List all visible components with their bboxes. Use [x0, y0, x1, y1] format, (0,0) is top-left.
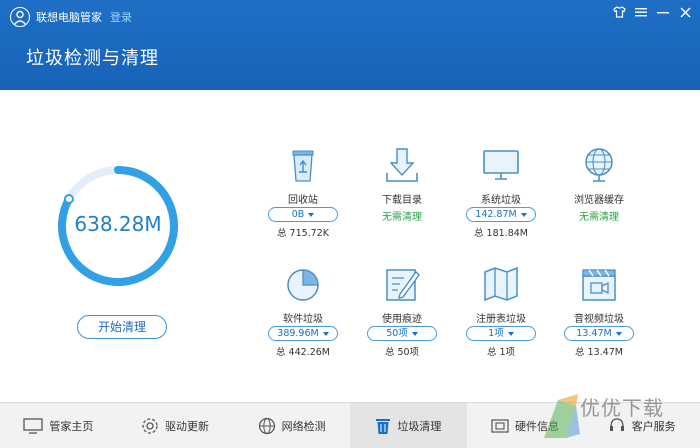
dropdown-arrow-icon	[520, 212, 527, 217]
dropdown-arrow-icon	[507, 331, 514, 336]
category-size-dropdown[interactable]: 142.87M	[466, 207, 536, 222]
tab-driver-update[interactable]: 驱动更新	[117, 403, 234, 448]
category-software-junk[interactable]: 软件垃圾 389.96M 总 442.26M	[253, 264, 353, 358]
total-junk-size: 638.28M	[74, 212, 162, 236]
tab-home[interactable]: 管家主页	[0, 403, 117, 448]
clapboard-icon	[582, 269, 616, 301]
size-value: 142.87M	[475, 209, 517, 220]
brand: 联想电脑管家 登录	[10, 7, 132, 27]
category-total: 总 1项	[486, 347, 516, 358]
category-total: 总 181.84M	[474, 228, 528, 239]
app-name: 联想电脑管家	[36, 11, 102, 24]
login-link[interactable]: 登录	[110, 9, 132, 25]
category-label: 软件垃圾	[283, 314, 323, 325]
tab-label: 硬件信息	[515, 420, 560, 433]
start-clean-button[interactable]: 开始清理	[77, 315, 167, 339]
category-label: 系统垃圾	[481, 195, 521, 206]
tab-label: 管家主页	[49, 420, 94, 433]
size-value: 50项	[386, 328, 408, 339]
tab-network-check[interactable]: 网络检测	[233, 403, 350, 448]
category-size-dropdown[interactable]: 13.47M	[564, 326, 634, 341]
category-registry-junk[interactable]: 注册表垃圾 1项 总 1项	[451, 264, 551, 358]
category-recycle-bin[interactable]: 回收站 0B 总 715.72K	[253, 145, 353, 239]
trash-icon	[376, 419, 391, 434]
monitor-icon	[483, 150, 519, 180]
tab-hardware-info[interactable]: 硬件信息	[467, 403, 584, 448]
map-icon	[484, 266, 518, 302]
recycle-bin-icon	[292, 150, 314, 182]
gear-icon	[142, 418, 158, 434]
tab-label: 驱动更新	[165, 420, 209, 433]
category-browser-cache[interactable]: 浏览器缓存 无需清理	[549, 145, 649, 223]
category-usage-traces[interactable]: 使用痕迹 50项 总 50项	[352, 264, 452, 358]
globe-icon	[258, 417, 275, 435]
title-bar: 联想电脑管家 登录 垃圾检测与清理	[0, 0, 700, 90]
size-value: 0B	[291, 209, 305, 220]
category-media-junk[interactable]: 音视频垃圾 13.47M 总 13.47M	[549, 264, 649, 358]
category-total: 总 50项	[384, 347, 420, 358]
pencil-icon	[386, 269, 420, 301]
ring-progress-knob	[63, 194, 74, 205]
close-icon[interactable]	[678, 5, 692, 19]
dropdown-arrow-icon	[411, 331, 418, 336]
category-size-dropdown[interactable]: 1项	[466, 326, 536, 341]
category-system-junk[interactable]: 系统垃圾 142.87M 总 181.84M	[451, 145, 551, 239]
home-monitor-icon	[23, 418, 43, 434]
category-status: 无需清理	[382, 212, 422, 223]
menu-icon[interactable]	[634, 5, 648, 19]
category-download-dir[interactable]: 下载目录 无需清理	[352, 145, 452, 223]
size-value: 1项	[488, 328, 504, 339]
category-total: 总 442.26M	[276, 347, 330, 358]
category-status: 无需清理	[579, 212, 619, 223]
page-title: 垃圾检测与清理	[26, 48, 159, 69]
tab-label: 垃圾清理	[397, 420, 442, 433]
globe-icon	[585, 148, 613, 182]
category-label: 下载目录	[382, 195, 422, 206]
tab-junk-clean[interactable]: 垃圾清理	[350, 403, 467, 448]
download-icon	[386, 148, 418, 182]
watermark-text: 优优下载	[580, 396, 664, 420]
size-value: 389.96M	[277, 328, 319, 339]
user-avatar-icon[interactable]	[10, 7, 30, 27]
category-label: 注册表垃圾	[476, 314, 526, 325]
category-label: 浏览器缓存	[574, 195, 624, 206]
category-size-dropdown[interactable]: 50项	[367, 326, 437, 341]
size-value: 13.47M	[576, 328, 612, 339]
skin-icon[interactable]	[612, 5, 626, 19]
category-label: 回收站	[288, 195, 318, 206]
pie-chart-icon	[287, 269, 319, 301]
dropdown-arrow-icon	[615, 331, 622, 336]
dropdown-arrow-icon	[322, 331, 329, 336]
window-controls	[612, 5, 692, 19]
category-size-dropdown[interactable]: 0B	[268, 207, 338, 222]
category-label: 音视频垃圾	[574, 314, 624, 325]
minimize-icon[interactable]	[656, 5, 670, 19]
category-total: 总 715.72K	[277, 228, 329, 239]
hardware-icon	[491, 419, 509, 433]
category-size-dropdown[interactable]: 389.96M	[268, 326, 338, 341]
dropdown-arrow-icon	[308, 212, 315, 217]
category-label: 使用痕迹	[382, 314, 422, 325]
category-total: 总 13.47M	[575, 347, 623, 358]
tab-label: 网络检测	[281, 420, 326, 433]
